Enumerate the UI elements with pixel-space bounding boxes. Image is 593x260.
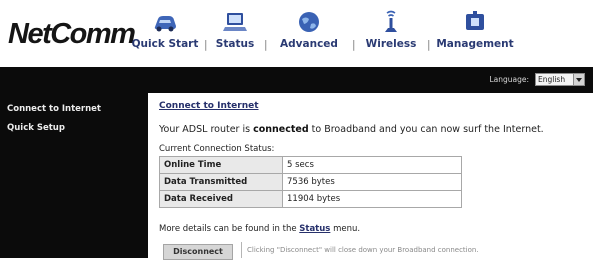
nav-quick-start-label: Quick Start [131, 38, 199, 50]
chevron-down-icon [573, 74, 584, 85]
top-band: Language: English [0, 67, 593, 93]
language-select[interactable]: English [535, 73, 585, 86]
nav-status-label: Status [215, 38, 255, 50]
car-icon [154, 16, 176, 32]
nav-advanced[interactable]: Advanced [270, 10, 348, 62]
row-label: Data Received [159, 190, 283, 208]
table-row: Data Received 11904 bytes [159, 190, 462, 208]
status-message-prefix: Your ADSL router is [159, 124, 254, 135]
connection-state: connected [253, 124, 309, 135]
more-details-text: More details can be found in the Status … [159, 224, 360, 234]
row-label: Data Transmitted [159, 173, 283, 191]
more-details-suffix: menu. [330, 224, 361, 234]
header: NetComm Quick Start | Status | Advanced … [0, 0, 593, 67]
current-status-label: Current Connection Status: [159, 144, 275, 154]
nav-advanced-label: Advanced [280, 38, 338, 50]
divider [241, 242, 242, 258]
nav-management-label: Management [436, 38, 514, 50]
row-value: 11904 bytes [282, 190, 462, 208]
disconnect-help-text: Clicking "Disconnect" will close down yo… [247, 246, 479, 254]
row-value: 5 secs [282, 156, 462, 174]
table-row: Online Time 5 secs [159, 156, 462, 174]
language-selected-value: English [538, 75, 566, 84]
page-title[interactable]: Connect to Internet [159, 101, 259, 111]
language-label: Language: [489, 75, 529, 84]
more-details-prefix: More details can be found in the [159, 224, 300, 234]
table-row: Data Transmitted 7536 bytes [159, 173, 462, 191]
nav-separator: | [264, 39, 268, 51]
netcomm-logo: NetComm [8, 18, 136, 50]
connection-status-message: Your ADSL router is connected to Broadba… [159, 124, 544, 135]
status-message-suffix: to Broadband and you can now surf the In… [308, 124, 544, 135]
status-menu-link[interactable]: Status [299, 224, 330, 234]
globe-icon [299, 12, 319, 32]
connection-status-table: Online Time 5 secs Data Transmitted 7536… [159, 156, 462, 208]
main-content: Connect to Internet Your ADSL router is … [148, 93, 593, 260]
nav-management[interactable]: Management [432, 10, 518, 62]
sidebar-item-connect-to-internet[interactable]: Connect to Internet [7, 104, 101, 114]
nav-separator: | [427, 39, 431, 51]
nav-separator: | [352, 39, 356, 51]
sidebar-item-quick-setup[interactable]: Quick Setup [7, 123, 65, 133]
nav-wireless-label: Wireless [365, 38, 417, 50]
monitor-icon [223, 13, 247, 31]
nav-quick-start[interactable]: Quick Start [130, 10, 200, 62]
sidebar: Connect to Internet Quick Setup [0, 93, 148, 258]
nav-separator: | [204, 39, 208, 51]
row-label: Online Time [159, 156, 283, 174]
nav-wireless[interactable]: Wireless [358, 10, 424, 62]
nav-status[interactable]: Status [210, 10, 260, 62]
row-value: 7536 bytes [282, 173, 462, 191]
antenna-icon [385, 10, 397, 32]
toolbox-icon [466, 11, 484, 30]
